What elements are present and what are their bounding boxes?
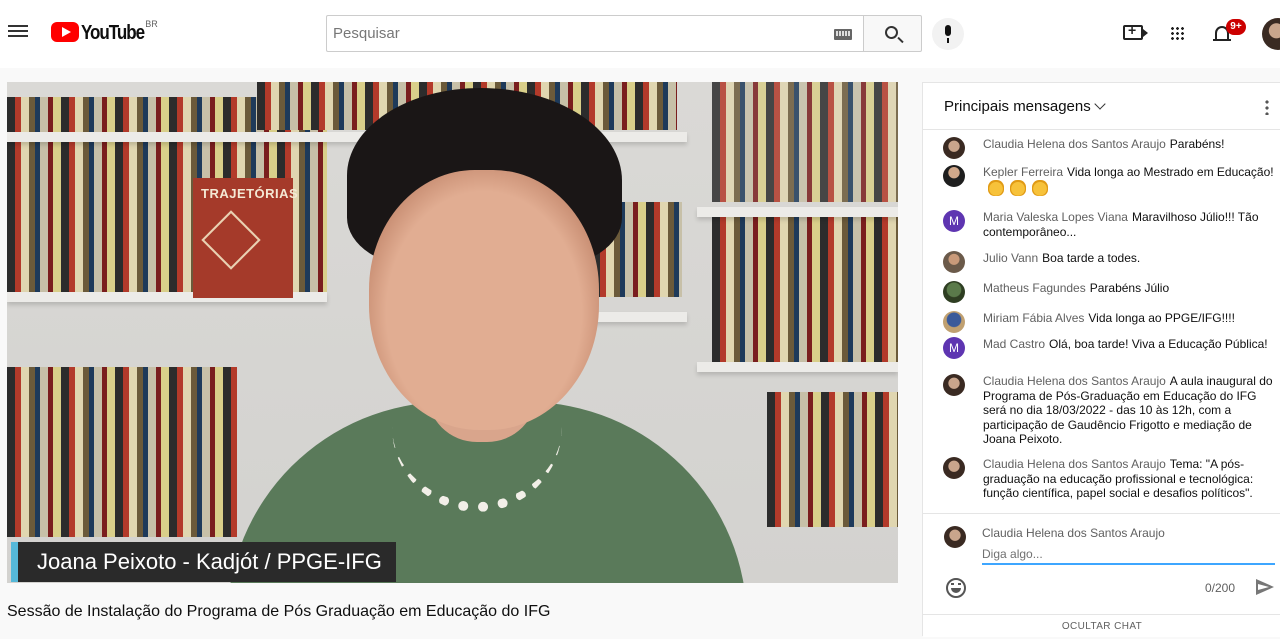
keyboard-icon[interactable] <box>834 29 852 40</box>
user-avatar <box>943 457 965 479</box>
chat-message: Claudia Helena dos Santos Araujo Tema: "A… <box>943 457 1278 501</box>
message-text: Vida longa ao Mestrado em Educação! <box>1067 165 1274 179</box>
user-avatar <box>943 374 965 396</box>
search-box <box>326 15 863 52</box>
microphone-icon <box>945 25 951 36</box>
emoji-picker-icon[interactable] <box>946 578 966 598</box>
message-author[interactable]: Kepler Ferreira <box>983 165 1063 179</box>
search-button[interactable] <box>863 15 922 52</box>
clapping-hands-icon <box>1032 179 1048 196</box>
hide-chat-button[interactable]: OCULTAR CHAT <box>923 614 1280 638</box>
message-author[interactable]: Matheus Fagundes <box>983 281 1086 295</box>
chat-message: Julio Vann Boa tarde a todes. <box>943 251 1278 273</box>
message-author[interactable]: Claudia Helena dos Santos Araujo <box>983 457 1166 471</box>
clapping-hands-emojis <box>988 179 1048 196</box>
book-cover: TRAJETÓRIAS <box>193 178 298 298</box>
youtube-logo[interactable]: YouTube BR <box>51 19 158 44</box>
speaker-face <box>369 170 599 430</box>
message-author[interactable]: Maria Valeska Lopes Viana <box>983 210 1128 224</box>
youtube-play-icon <box>51 22 79 42</box>
logo-country-code: BR <box>145 19 158 29</box>
logo-text: YouTube <box>81 22 145 44</box>
character-counter: 0/200 <box>1205 581 1236 595</box>
user-avatar <box>943 311 965 333</box>
user-avatar: M <box>943 210 965 232</box>
user-avatar <box>943 281 965 303</box>
bookshelf-right-upper <box>712 217 898 367</box>
chat-compose-area: Claudia Helena dos Santos Araujo 0/200 O… <box>923 513 1280 637</box>
message-author[interactable]: Julio Vann <box>983 251 1038 265</box>
clapping-hands-icon <box>988 179 1004 196</box>
chat-message: Claudia Helena dos Santos Araujo A aula i… <box>943 374 1278 447</box>
user-avatar <box>943 165 965 187</box>
current-user-name: Claudia Helena dos Santos Araujo <box>982 526 1165 540</box>
user-avatar <box>943 137 965 159</box>
message-text: Boa tarde a todes. <box>1042 251 1141 265</box>
chat-header: Principais mensagens <box>923 83 1280 130</box>
notification-badge: 9+ <box>1226 19 1246 35</box>
message-text: Parabéns! <box>1169 137 1225 151</box>
book-cover-title: TRAJETÓRIAS <box>201 186 299 201</box>
chat-message: M Mad Castro Olá, boa tarde! Viva a Educa… <box>943 337 1278 359</box>
apps-grid-icon[interactable] <box>1170 26 1184 40</box>
voice-search-button[interactable] <box>932 18 964 50</box>
message-text: Parabéns Júlio <box>1089 281 1170 295</box>
speaker-caption: Joana Peixoto - Kadjót / PPGE-IFG <box>11 542 396 582</box>
user-avatar: M <box>943 337 965 359</box>
account-avatar[interactable] <box>1262 18 1280 50</box>
create-video-icon[interactable] <box>1123 22 1148 40</box>
search-icon <box>885 26 898 39</box>
chat-message: Miriam Fábia Alves Vida longa ao PPGE/IFG… <box>943 311 1278 333</box>
chat-message: Claudia Helena dos Santos Araujo Parabéns… <box>943 137 1278 159</box>
chat-mode-dropdown[interactable]: Principais mensagens <box>944 98 1106 115</box>
hamburger-menu-icon[interactable] <box>8 22 28 44</box>
chat-mode-label: Principais mensagens <box>944 98 1091 115</box>
bookshelf-right-top <box>712 82 898 202</box>
bookshelf-right-lower <box>767 392 898 527</box>
clapping-hands-icon <box>1010 179 1026 196</box>
message-author[interactable]: Miriam Fábia Alves <box>983 311 1084 325</box>
search-input[interactable] <box>333 16 813 51</box>
current-user-avatar <box>944 526 966 548</box>
message-text: Olá, boa tarde! Viva a Educação Pública! <box>1049 337 1268 351</box>
chat-message: Matheus Fagundes Parabéns Júlio <box>943 281 1278 303</box>
top-bar: YouTube BR 9+ <box>0 0 1280 68</box>
user-avatar <box>943 251 965 273</box>
video-title: Sessão de Instalação do Programa de Pós … <box>7 603 551 620</box>
send-icon[interactable] <box>1256 579 1274 595</box>
chevron-down-icon <box>1094 98 1106 110</box>
message-author[interactable]: Mad Castro <box>983 337 1045 351</box>
chat-message: M Maria Valeska Lopes Viana Maravilhoso J… <box>943 210 1278 239</box>
bookshelf-left-lower <box>7 367 237 537</box>
message-text: Vida longa ao PPGE/IFG!!!! <box>1088 311 1235 325</box>
video-player[interactable]: TRAJETÓRIAS Joana Peixoto - Kadjót / PPG… <box>7 82 898 583</box>
message-author[interactable]: Claudia Helena dos Santos Araujo <box>983 374 1166 388</box>
message-author[interactable]: Claudia Helena dos Santos Araujo <box>983 137 1166 151</box>
chat-message-input[interactable] <box>982 545 1275 565</box>
chat-message: Kepler Ferreira Vida longa ao Mestrado em… <box>943 165 1278 196</box>
more-options-icon[interactable] <box>1265 99 1269 115</box>
live-chat-panel: Principais mensagens Claudia Helena dos … <box>922 82 1280 637</box>
